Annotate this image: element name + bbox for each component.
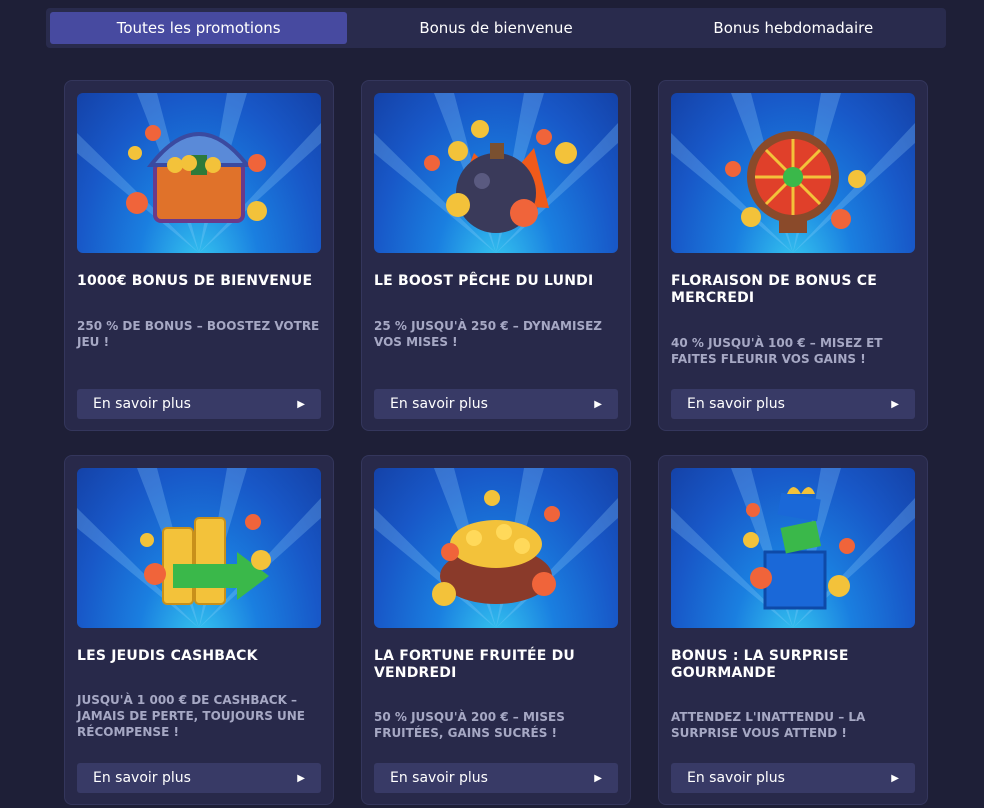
play-arrow-icon: ▶ — [594, 398, 602, 410]
wheel-icon — [671, 93, 915, 253]
button-label: En savoir plus — [390, 770, 488, 786]
bomb-icon — [374, 93, 618, 253]
card-description: 25 % JUSQU'À 250 € – DYNAMISEZ VOS MISES… — [374, 319, 602, 349]
promo-card-friday: LA FORTUNE FRUITÉE DU VENDREDI 50 % JUSQ… — [361, 455, 631, 805]
learn-more-button[interactable]: En savoir plus ▶ — [374, 389, 618, 419]
card-title: LE BOOST PÊCHE DU LUNDI — [374, 273, 594, 289]
card-description: JUSQU'À 1 000 € DE CASHBACK – JAMAIS DE … — [77, 693, 305, 739]
promo-card-thursday: LES JEUDIS CASHBACK JUSQU'À 1 000 € DE C… — [64, 455, 334, 805]
card-description: ATTENDEZ L'INATTENDU – LA SURPRISE VOUS … — [671, 710, 866, 740]
tab-welcome-bonus[interactable]: Bonus de bienvenue — [347, 12, 644, 44]
card-description: 250 % DE BONUS – BOOSTEZ VOTRE JEU ! — [77, 319, 320, 349]
play-arrow-icon: ▶ — [891, 398, 899, 410]
learn-more-button[interactable]: En savoir plus ▶ — [671, 763, 915, 793]
learn-more-button[interactable]: En savoir plus ▶ — [671, 389, 915, 419]
card-title: BONUS : LA SURPRISE GOURMANDE — [671, 648, 849, 681]
promo-card-surprise: BONUS : LA SURPRISE GOURMANDE ATTENDEZ L… — [658, 455, 928, 805]
button-label: En savoir plus — [687, 770, 785, 786]
promo-card-welcome: 1000€ BONUS DE BIENVENUE 250 % DE BONUS … — [64, 80, 334, 431]
card-description: 40 % JUSQU'À 100 € – MISEZ ET FAITES FLE… — [671, 336, 883, 366]
card-title: LES JEUDIS CASHBACK — [77, 648, 258, 664]
tab-weekly-bonus[interactable]: Bonus hebdomadaire — [645, 12, 942, 44]
play-arrow-icon: ▶ — [297, 398, 305, 410]
learn-more-button[interactable]: En savoir plus ▶ — [77, 389, 321, 419]
coins-arrow-icon — [77, 468, 321, 628]
promo-card-monday: LE BOOST PÊCHE DU LUNDI 25 % JUSQU'À 250… — [361, 80, 631, 431]
learn-more-button[interactable]: En savoir plus ▶ — [374, 763, 618, 793]
card-description: 50 % JUSQU'À 200 € – MISES FRUITÉES, GAI… — [374, 710, 565, 740]
button-label: En savoir plus — [390, 396, 488, 412]
play-arrow-icon: ▶ — [297, 772, 305, 784]
learn-more-button[interactable]: En savoir plus ▶ — [77, 763, 321, 793]
button-label: En savoir plus — [93, 396, 191, 412]
play-arrow-icon: ▶ — [594, 772, 602, 784]
card-title: FLORAISON DE BONUS CE MERCREDI — [671, 273, 877, 306]
card-title: LA FORTUNE FRUITÉE DU VENDREDI — [374, 648, 575, 681]
card-title: 1000€ BONUS DE BIENVENUE — [77, 273, 313, 289]
tab-all-promotions[interactable]: Toutes les promotions — [50, 12, 348, 44]
promotions-tab-bar: Toutes les promotions Bonus de bienvenue… — [46, 8, 946, 48]
button-label: En savoir plus — [93, 770, 191, 786]
promo-card-wednesday: FLORAISON DE BONUS CE MERCREDI 40 % JUSQ… — [658, 80, 928, 431]
play-arrow-icon: ▶ — [891, 772, 899, 784]
treasure-chest-icon — [77, 93, 321, 253]
button-label: En savoir plus — [687, 396, 785, 412]
money-bag-icon — [374, 468, 618, 628]
gift-box-icon — [671, 468, 915, 628]
